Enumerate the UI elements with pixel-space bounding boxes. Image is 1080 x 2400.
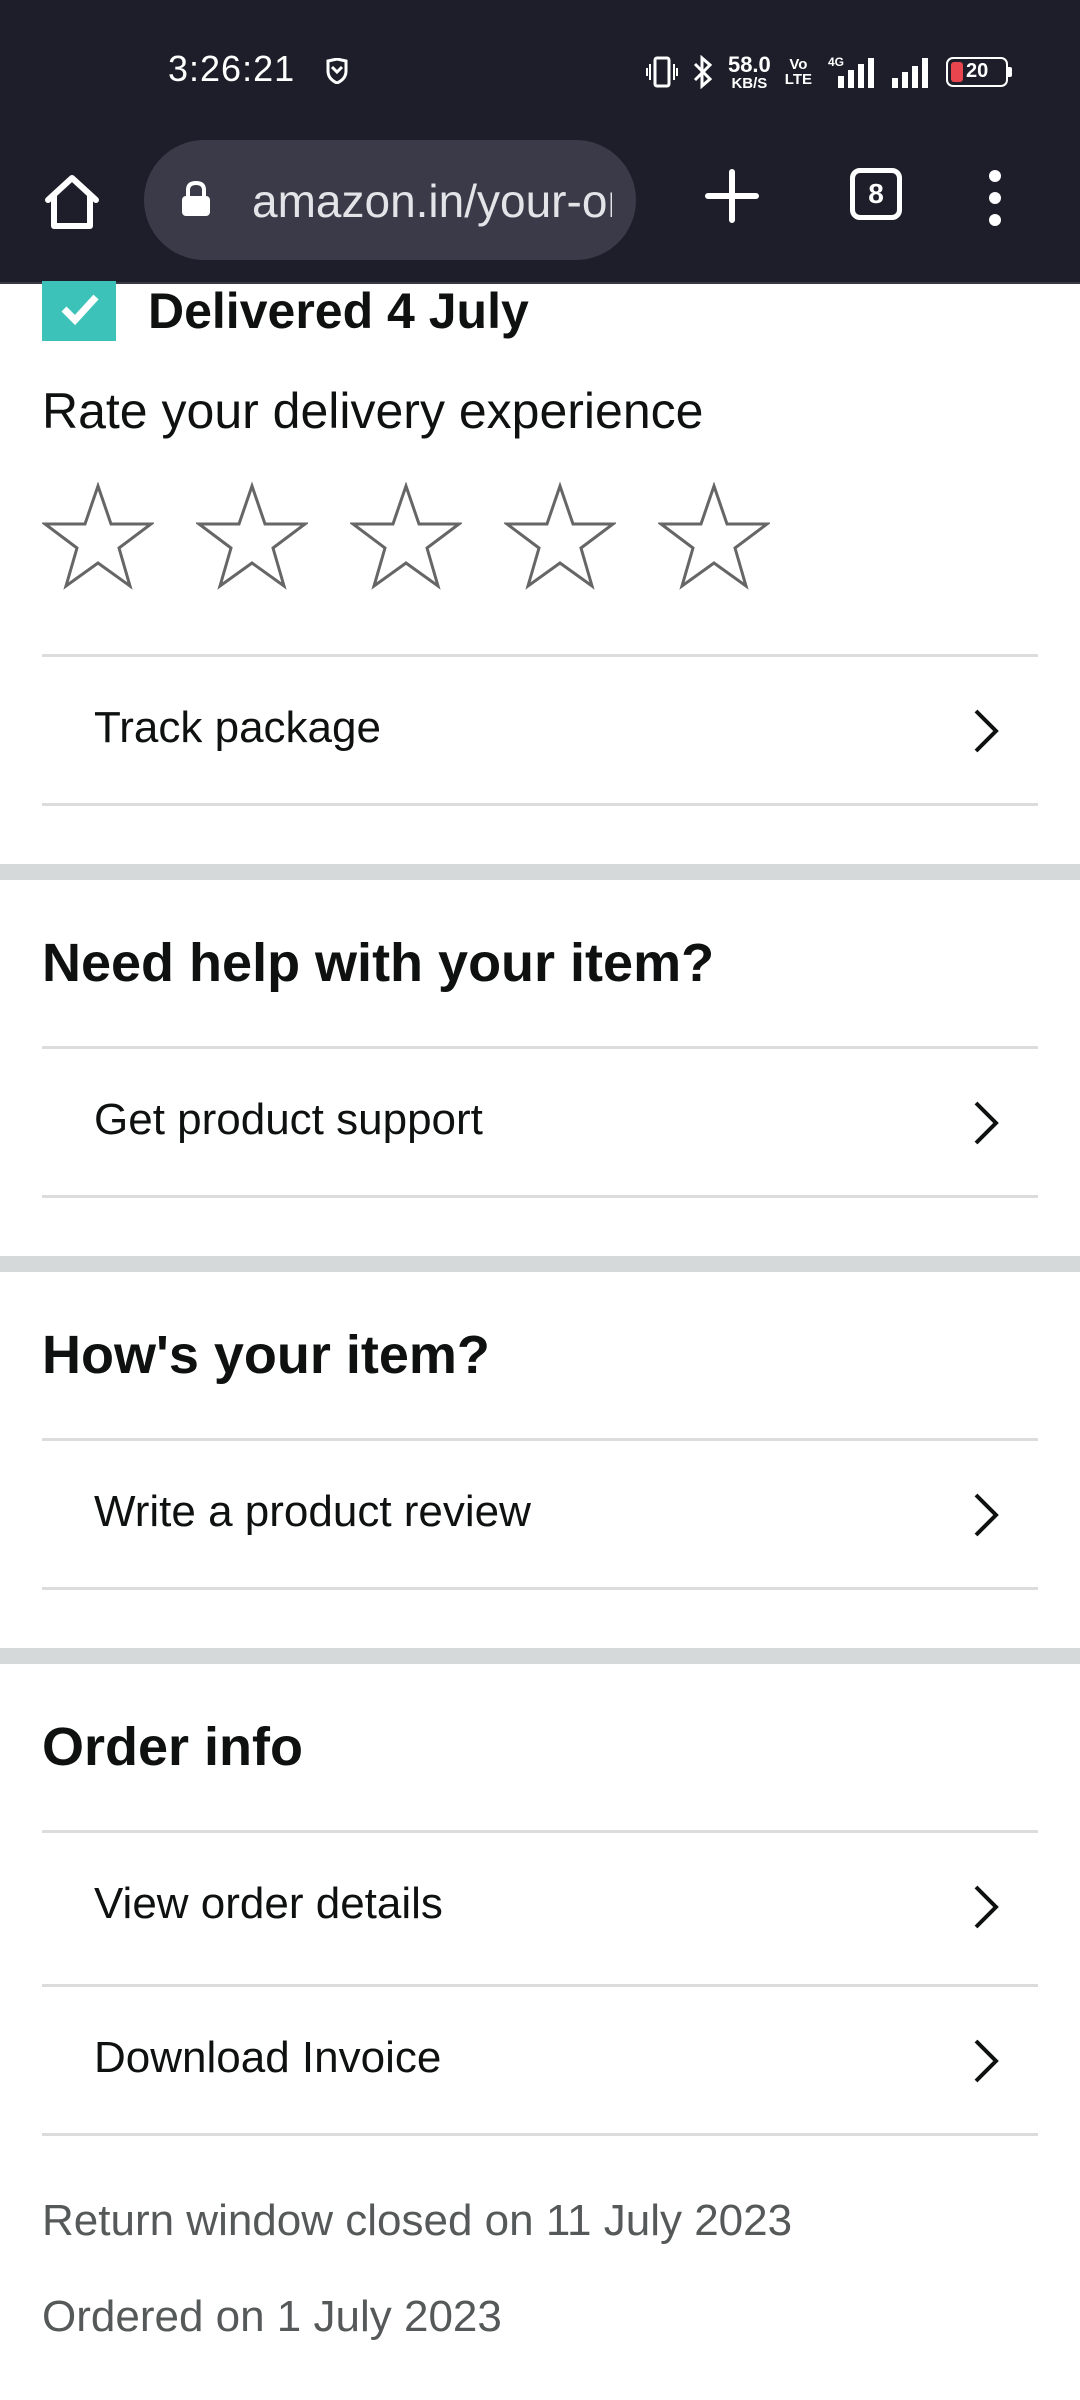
delivery-rating-stars bbox=[42, 482, 770, 590]
item-section-title: How's your item? bbox=[42, 1325, 490, 1385]
status-time: 3:26:21 bbox=[168, 48, 296, 89]
view-order-details-label: View order details bbox=[94, 1879, 443, 1928]
section-divider bbox=[0, 1256, 1080, 1272]
star-3-icon[interactable] bbox=[350, 482, 462, 590]
status-icons: 58.0 KB/S Vo LTE 4G 20 bbox=[645, 50, 1012, 94]
url-text[interactable]: amazon.in/your-orders bbox=[252, 174, 612, 228]
ordered-on-text: Ordered on 1 July 2023 bbox=[42, 2292, 502, 2341]
shield-notification-icon bbox=[326, 58, 348, 84]
star-4-icon[interactable] bbox=[504, 482, 616, 590]
bluetooth-icon bbox=[693, 55, 713, 89]
volte-indicator: Vo LTE bbox=[784, 56, 812, 88]
signal-4g-icon: 4G bbox=[828, 55, 874, 88]
new-tab-icon[interactable] bbox=[702, 166, 762, 226]
star-2-icon[interactable] bbox=[196, 482, 308, 590]
chevron-right-icon bbox=[974, 709, 999, 753]
chevron-right-icon bbox=[974, 1101, 999, 1145]
vibrate-icon bbox=[645, 56, 678, 88]
signal-icon bbox=[892, 58, 928, 88]
product-support-label: Get product support bbox=[94, 1095, 483, 1144]
chevron-right-icon bbox=[974, 2039, 999, 2083]
return-window-text: Return window closed on 11 July 2023 bbox=[42, 2196, 793, 2245]
more-menu-icon[interactable] bbox=[980, 166, 1010, 230]
battery-icon: 20 bbox=[946, 57, 1012, 87]
section-divider bbox=[0, 864, 1080, 880]
network-speed: 58.0 KB/S bbox=[727, 51, 771, 92]
battery-fill bbox=[951, 62, 963, 82]
track-package-label: Track package bbox=[94, 703, 381, 752]
tab-switcher-button[interactable]: 8 bbox=[850, 168, 902, 220]
status-bar: 3:26:21 58.0 KB/S Vo LTE 4G 20 bbox=[0, 0, 1080, 140]
product-support-row[interactable]: Get product support bbox=[42, 1046, 1038, 1198]
delivered-check-icon bbox=[42, 281, 116, 341]
star-1-icon[interactable] bbox=[42, 482, 154, 590]
chevron-right-icon bbox=[974, 1885, 999, 1929]
download-invoice-label: Download Invoice bbox=[94, 2033, 442, 2082]
section-divider bbox=[0, 1648, 1080, 1664]
svg-text:4G: 4G bbox=[828, 55, 844, 69]
help-section-title: Need help with your item? bbox=[42, 933, 715, 993]
view-order-details-row[interactable]: View order details bbox=[42, 1830, 1038, 1982]
write-review-label: Write a product review bbox=[94, 1487, 531, 1536]
rate-delivery-title: Rate your delivery experience bbox=[42, 383, 704, 439]
delivered-status-text: Delivered 4 July bbox=[148, 283, 529, 339]
delivery-status: Delivered 4 July bbox=[42, 280, 529, 342]
track-package-row[interactable]: Track package bbox=[42, 654, 1038, 806]
home-icon[interactable] bbox=[40, 170, 104, 234]
order-info-title: Order info bbox=[42, 1717, 304, 1777]
lock-icon bbox=[182, 180, 210, 216]
write-review-row[interactable]: Write a product review bbox=[42, 1438, 1038, 1590]
browser-toolbar: amazon.in/your-orders 8 bbox=[0, 140, 1080, 284]
download-invoice-row[interactable]: Download Invoice bbox=[42, 1984, 1038, 2136]
chevron-right-icon bbox=[974, 1493, 999, 1537]
star-5-icon[interactable] bbox=[658, 482, 770, 590]
address-bar[interactable]: amazon.in/your-orders bbox=[144, 140, 636, 260]
